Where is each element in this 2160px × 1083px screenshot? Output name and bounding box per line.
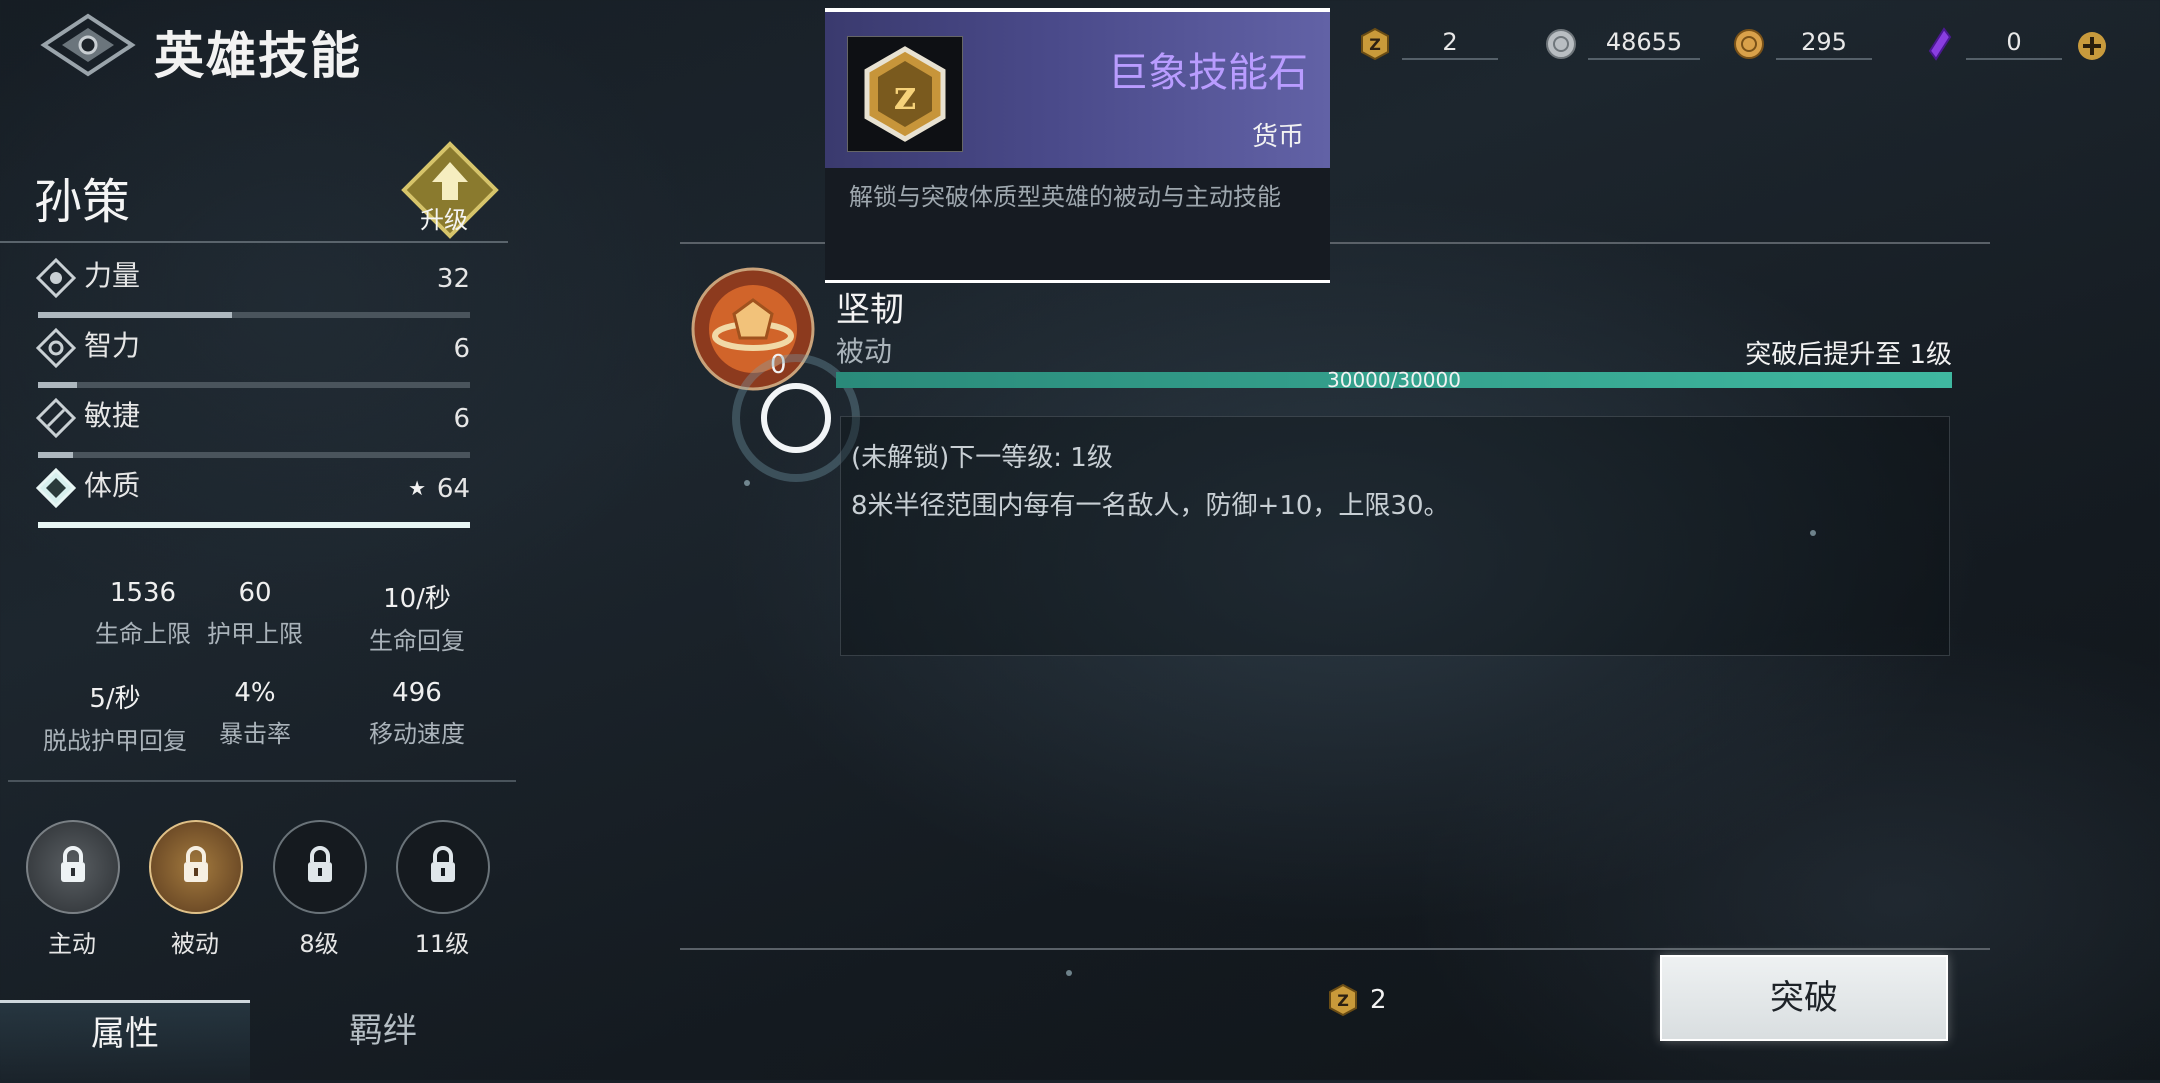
attribute-bar bbox=[38, 452, 470, 458]
currency-value: 48655 bbox=[1588, 28, 1700, 60]
svg-text:Z: Z bbox=[1337, 991, 1349, 1010]
tab-bonds[interactable]: 羁绊 bbox=[258, 1000, 508, 1080]
attribute-value: 6 bbox=[453, 404, 470, 434]
attribute-name: 敏捷 bbox=[84, 399, 141, 432]
add-currency-button[interactable] bbox=[2076, 30, 2108, 62]
currency-crystal[interactable]: 0 bbox=[1922, 24, 2062, 64]
effect-text: 8米半径范围内每有一名敌人，防御+10，上限30。 bbox=[851, 491, 1450, 521]
intelligence-icon bbox=[36, 328, 76, 368]
svg-text:Z: Z bbox=[1369, 35, 1381, 54]
skill-stone-icon: z bbox=[864, 46, 946, 142]
svg-text:z: z bbox=[894, 72, 917, 119]
attribute-bar bbox=[38, 522, 470, 528]
breakthrough-button[interactable]: 突破 bbox=[1660, 955, 1948, 1041]
lock-icon bbox=[61, 846, 85, 882]
skill-progress-bar: 30000/30000 bbox=[836, 368, 1952, 392]
tooltip-icon-frame: z bbox=[847, 36, 963, 152]
constitution-icon bbox=[36, 468, 76, 508]
skill-slot-label: 主动 bbox=[48, 930, 96, 958]
skill-slot-label: 11级 bbox=[414, 930, 470, 958]
breakthrough-note: 突破后提升至 1级 bbox=[1745, 340, 1952, 370]
tooltip-type: 货币 bbox=[1251, 122, 1304, 152]
tooltip-title: 巨象技能石 bbox=[1108, 50, 1308, 96]
tab-attributes[interactable]: 属性 bbox=[0, 1000, 250, 1083]
attribute-agility: 敏捷 6 bbox=[36, 394, 472, 458]
lock-icon bbox=[431, 846, 455, 882]
skill-slot-active[interactable] bbox=[26, 820, 120, 914]
attribute-value: 64 bbox=[436, 474, 470, 504]
silver-coin-icon bbox=[1546, 29, 1576, 59]
progress-text: 30000/30000 bbox=[1327, 368, 1461, 392]
skill-emblem-icon bbox=[40, 12, 136, 78]
stat-value: 496 bbox=[392, 678, 442, 708]
attribute-bar bbox=[38, 382, 470, 388]
attribute-name: 智力 bbox=[84, 329, 141, 362]
attribute-bar bbox=[38, 312, 470, 318]
attribute-strength: 力量 32 bbox=[36, 254, 472, 318]
purple-crystal-icon bbox=[1928, 27, 1952, 61]
tooltip-header: z 巨象技能石 货币 bbox=[825, 12, 1330, 168]
stat-label: 移动速度 bbox=[369, 720, 465, 748]
skill-description: (未解锁)下一等级: 1级 8米半径范围内每有一名敌人，防御+10，上限30。 bbox=[840, 416, 1950, 656]
skill-name: 坚韧 bbox=[836, 290, 904, 330]
upgrade-label: 升级 bbox=[420, 206, 468, 234]
skill-stone-icon: Z bbox=[1361, 27, 1389, 61]
lock-icon bbox=[308, 846, 332, 882]
skill-slot-level-11[interactable] bbox=[396, 820, 490, 914]
skill-type: 被动 bbox=[836, 335, 893, 368]
particle bbox=[744, 480, 750, 486]
lock-icon bbox=[184, 846, 208, 882]
cost-value: 2 bbox=[1370, 985, 1387, 1015]
skill-slot-passive[interactable] bbox=[149, 820, 243, 914]
stat-move-speed: 496 移动速度 bbox=[302, 678, 532, 749]
attribute-constitution: 体质 ★ 64 bbox=[36, 464, 472, 528]
currency-value: 0 bbox=[1966, 28, 2062, 60]
skill-slot-label: 8级 bbox=[299, 930, 339, 958]
stat-hp-regen: 10/秒 生命回复 bbox=[302, 578, 532, 656]
skill-slot-label: 被动 bbox=[171, 930, 219, 958]
strength-icon bbox=[36, 258, 76, 298]
particle bbox=[1066, 970, 1072, 976]
attribute-name: 力量 bbox=[84, 259, 141, 292]
currency-skill-stone[interactable]: Z 2 bbox=[1358, 24, 1498, 64]
breakthrough-cost: Z 2 bbox=[1326, 982, 1387, 1018]
attribute-name: 体质 bbox=[84, 469, 141, 502]
tooltip-description: 解锁与突破体质型英雄的被动与主动技能 bbox=[849, 183, 1281, 211]
divider bbox=[8, 780, 516, 782]
currency-silver[interactable]: 48655 bbox=[1544, 24, 1700, 64]
particle bbox=[1810, 530, 1816, 536]
page-title: 英雄技能 bbox=[154, 27, 362, 85]
skill-stone-icon: Z bbox=[1329, 983, 1357, 1017]
next-level-text: (未解锁)下一等级: 1级 bbox=[851, 443, 1113, 473]
skill-slot-level-8[interactable] bbox=[273, 820, 367, 914]
divider bbox=[680, 948, 1990, 950]
plus-icon bbox=[2078, 32, 2106, 60]
currency-gold[interactable]: 295 bbox=[1732, 24, 1872, 64]
currency-value: 2 bbox=[1402, 28, 1498, 60]
currency-value: 295 bbox=[1776, 28, 1872, 60]
item-tooltip: z 巨象技能石 货币 解锁与突破体质型英雄的被动与主动技能 bbox=[825, 8, 1330, 283]
hero-name: 孙策 bbox=[34, 174, 131, 230]
stat-value: 10/秒 bbox=[383, 584, 451, 614]
agility-icon bbox=[36, 398, 76, 438]
attribute-value: 32 bbox=[436, 264, 470, 294]
attribute-value: 6 bbox=[453, 334, 470, 364]
star-icon: ★ bbox=[408, 476, 426, 500]
stat-label: 生命回复 bbox=[369, 627, 465, 655]
attribute-intelligence: 智力 6 bbox=[36, 324, 472, 388]
divider bbox=[0, 241, 508, 243]
gold-coin-icon bbox=[1734, 29, 1764, 59]
